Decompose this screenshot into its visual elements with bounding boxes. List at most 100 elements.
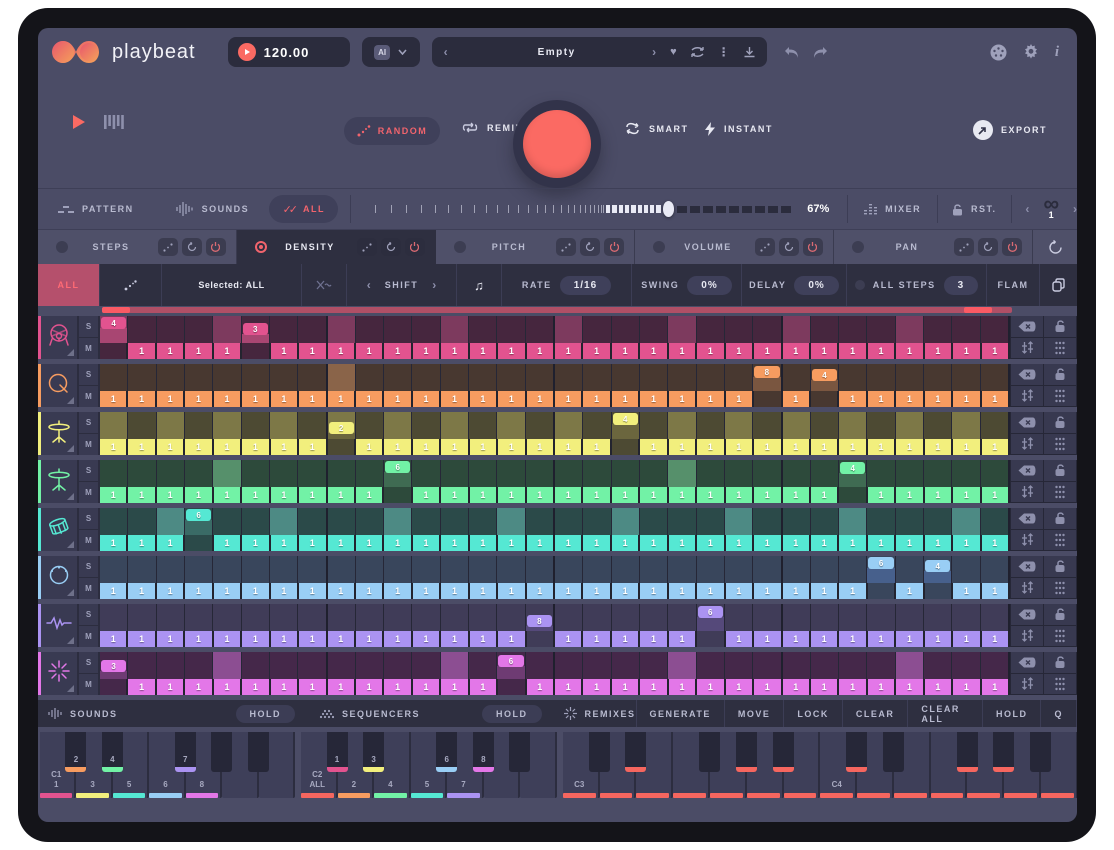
- tab-loop-icon[interactable]: [381, 238, 401, 256]
- step-column[interactable]: [412, 604, 440, 631]
- step-column[interactable]: [412, 412, 440, 439]
- step-column[interactable]: [185, 364, 213, 391]
- step-cell[interactable]: 1: [754, 487, 782, 503]
- black-key[interactable]: 7: [175, 732, 196, 772]
- step-cell[interactable]: 1: [640, 679, 668, 695]
- track-lock-button[interactable]: [1044, 460, 1077, 482]
- step-cell[interactable]: 1: [726, 679, 754, 695]
- black-key[interactable]: 8: [473, 732, 494, 772]
- black-key[interactable]: [846, 732, 867, 772]
- step-cell[interactable]: 1: [953, 439, 981, 455]
- density-badge[interactable]: 2: [329, 422, 354, 434]
- step-column[interactable]: [753, 508, 782, 535]
- step-column[interactable]: [811, 652, 839, 679]
- step-cell[interactable]: 1: [640, 391, 668, 407]
- step-cell[interactable]: 1: [726, 583, 754, 599]
- step-cell[interactable]: 1: [384, 439, 412, 455]
- step-column[interactable]: [725, 364, 753, 391]
- step-column[interactable]: [469, 316, 497, 343]
- black-key[interactable]: [699, 732, 720, 772]
- step-column[interactable]: [783, 652, 811, 679]
- step-column[interactable]: [783, 316, 811, 343]
- step-cell[interactable]: 1: [697, 439, 725, 455]
- step-cell[interactable]: 1: [356, 343, 384, 359]
- step-cell[interactable]: 1: [527, 583, 555, 599]
- step-column[interactable]: [185, 412, 213, 439]
- flam-button[interactable]: FLAM: [987, 264, 1040, 306]
- black-key[interactable]: [993, 732, 1014, 772]
- step-cell[interactable]: 1: [242, 583, 270, 599]
- step-column[interactable]: [753, 460, 782, 487]
- step-column[interactable]: [157, 508, 185, 535]
- piano-roll-icon[interactable]: [104, 115, 124, 129]
- step-column[interactable]: [441, 556, 469, 583]
- step-column[interactable]: [952, 316, 980, 343]
- step-cell[interactable]: 1: [669, 391, 697, 407]
- step-column[interactable]: [981, 556, 1010, 583]
- step-cell[interactable]: 1: [982, 535, 1010, 551]
- track-lock-button[interactable]: [1044, 412, 1077, 434]
- ai-mode-dropdown[interactable]: AI: [362, 37, 420, 67]
- step-cell[interactable]: 1: [328, 583, 356, 599]
- step-cell[interactable]: 1: [697, 391, 725, 407]
- step-cell[interactable]: [811, 391, 839, 407]
- step-cell[interactable]: 1: [470, 583, 498, 599]
- step-cell[interactable]: 1: [498, 487, 526, 503]
- step-cell[interactable]: 1: [413, 631, 441, 647]
- step-cell[interactable]: 1: [356, 439, 384, 455]
- tab-loop-icon[interactable]: [182, 238, 202, 256]
- step-cell[interactable]: 1: [669, 535, 697, 551]
- step-cell[interactable]: 1: [328, 343, 356, 359]
- download-preset-icon[interactable]: [744, 47, 755, 58]
- step-column[interactable]: [497, 364, 525, 391]
- smart-button[interactable]: SMART: [625, 122, 689, 135]
- step-column[interactable]: [697, 508, 725, 535]
- step-column[interactable]: [441, 652, 469, 679]
- step-column[interactable]: [867, 508, 895, 535]
- step-cell[interactable]: 1: [214, 343, 242, 359]
- step-column[interactable]: [441, 508, 469, 535]
- step-cell[interactable]: 1: [356, 391, 384, 407]
- density-badge[interactable]: 4: [812, 369, 837, 381]
- step-cell[interactable]: 1: [157, 679, 185, 695]
- step-cell[interactable]: 1: [498, 439, 526, 455]
- play-button[interactable]: [72, 114, 86, 130]
- step-column[interactable]: [612, 460, 640, 487]
- tab-steps[interactable]: STEPS: [38, 230, 237, 264]
- step-cell[interactable]: 1: [356, 583, 384, 599]
- step-cell[interactable]: 1: [583, 343, 611, 359]
- step-cell[interactable]: 1: [583, 583, 611, 599]
- step-column[interactable]: [128, 316, 156, 343]
- tab-randomize-icon[interactable]: [954, 238, 974, 256]
- step-cell[interactable]: 1: [384, 631, 412, 647]
- shuffle-preset-icon[interactable]: [691, 47, 704, 57]
- step-column[interactable]: [924, 508, 952, 535]
- step-cell[interactable]: 1: [726, 439, 754, 455]
- step-column[interactable]: [242, 508, 270, 535]
- step-cell[interactable]: 1: [982, 343, 1010, 359]
- step-column[interactable]: 6: [384, 460, 412, 487]
- step-column[interactable]: [356, 508, 384, 535]
- step-column[interactable]: [839, 652, 867, 679]
- step-cell[interactable]: 1: [441, 439, 469, 455]
- step-column[interactable]: [356, 412, 384, 439]
- track-erase-button[interactable]: [1011, 460, 1044, 482]
- step-cell[interactable]: 1: [384, 343, 412, 359]
- black-key[interactable]: [248, 732, 269, 772]
- track-expand-handle[interactable]: [67, 349, 74, 356]
- step-column[interactable]: [157, 412, 185, 439]
- step-cell[interactable]: 1: [328, 391, 356, 407]
- track-icon-tom[interactable]: [41, 508, 79, 551]
- step-column[interactable]: [328, 652, 356, 679]
- step-cell[interactable]: 1: [953, 343, 981, 359]
- step-column[interactable]: [583, 556, 611, 583]
- density-badge[interactable]: 6: [186, 509, 211, 521]
- step-cell[interactable]: [527, 631, 555, 647]
- step-cell[interactable]: 1: [128, 535, 156, 551]
- step-cell[interactable]: 1: [612, 583, 640, 599]
- loop-next-button[interactable]: ›: [1073, 202, 1077, 216]
- black-key[interactable]: [1030, 732, 1051, 772]
- step-cell[interactable]: 1: [185, 631, 213, 647]
- step-cell[interactable]: 1: [128, 343, 156, 359]
- step-cell[interactable]: 1: [470, 487, 498, 503]
